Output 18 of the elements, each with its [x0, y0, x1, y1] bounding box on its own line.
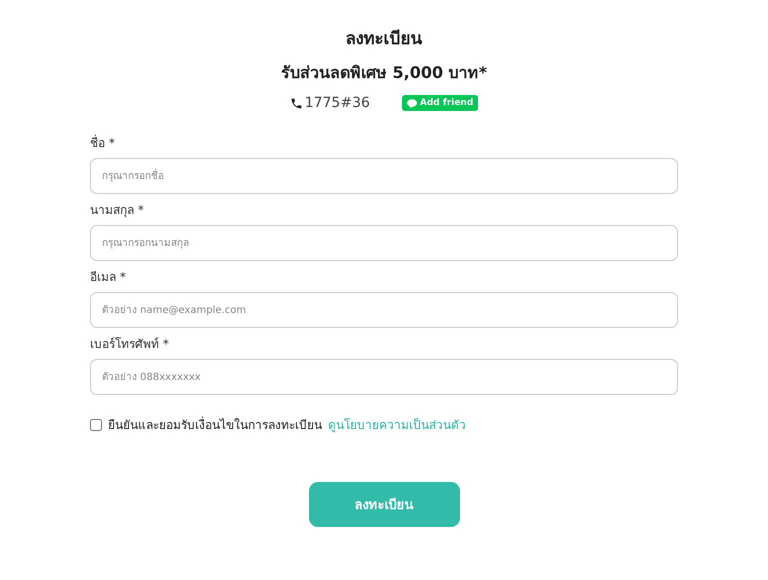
page-title: ลงทะเบียน — [346, 28, 422, 46]
chat-bubble-icon — [406, 98, 417, 108]
checkbox[interactable] — [90, 418, 102, 430]
privacy-link[interactable]: ดูนโยบายความเป็นส่วนตัว — [328, 415, 466, 434]
field-label: อีเมล * — [90, 269, 127, 286]
add-friend-button[interactable]: Add friend — [402, 95, 478, 111]
input-field[interactable]: ตัวอย่าง 088xxxxxxx — [90, 359, 678, 395]
consent-text: ยืนยันและยอมรับเงื่อนไขในการลงทะเบียน — [108, 416, 322, 434]
phone-number: 1775#36 — [304, 95, 370, 111]
phone-icon — [290, 96, 303, 110]
field-label: นามสกุล * — [90, 202, 145, 219]
promo-heading: รับส่วนลดพิเศษ 5,000 บาท* — [280, 62, 488, 84]
register-button[interactable]: ลงทะเบียน — [308, 482, 460, 527]
field-label: ชื่อ * — [90, 134, 116, 152]
input-field[interactable]: กรุณากรอกชื่อ — [90, 158, 678, 194]
field-label: เบอร์โทรศัพท์ * — [90, 336, 170, 353]
input-field[interactable]: ตัวอย่าง name@example.com — [90, 292, 678, 328]
input-field[interactable]: กรุณากรอกนามสกุล — [90, 225, 678, 261]
